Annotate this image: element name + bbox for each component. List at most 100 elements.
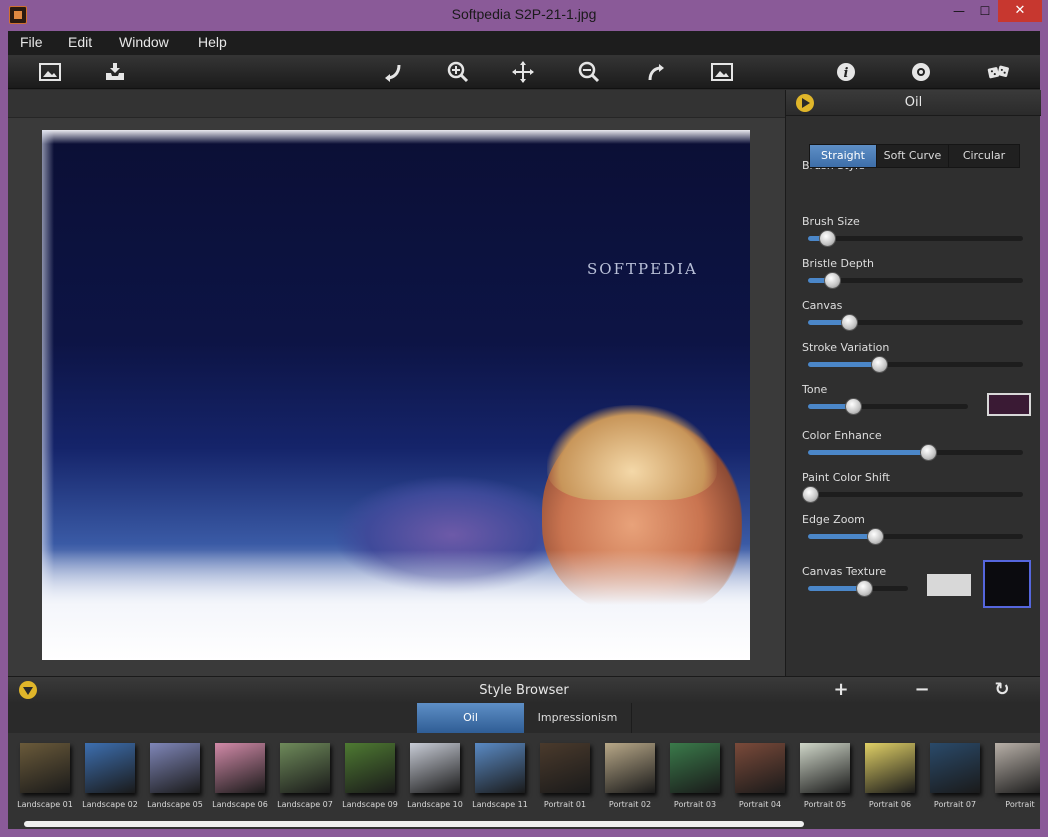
style-browser-title: Style Browser: [479, 683, 569, 698]
maximize-button[interactable]: ☐: [972, 0, 998, 22]
add-style-button[interactable]: +: [831, 680, 851, 700]
style-thumbnail-list: Landscape 01 Landscape 02 Landscape 05 Land…: [8, 733, 1040, 829]
menu-file[interactable]: File: [20, 34, 43, 50]
brush-style-straight[interactable]: Straight: [810, 145, 877, 167]
slider-knob[interactable]: [823, 272, 841, 289]
canvas-slider[interactable]: [808, 314, 1023, 331]
horizontal-scrollbar[interactable]: [24, 821, 804, 827]
color-enhance-slider[interactable]: [808, 444, 1023, 461]
style-thumbnail-image: [20, 743, 70, 793]
style-thumbnail-image: [605, 743, 655, 793]
slider-knob[interactable]: [866, 528, 884, 545]
style-thumbnail-image: [540, 743, 590, 793]
panel-title: Oil: [904, 95, 923, 110]
open-image-icon[interactable]: [37, 59, 63, 85]
style-thumbnail[interactable]: Landscape 01: [14, 741, 76, 809]
style-thumbnail-label: Portrait: [1005, 800, 1035, 809]
brush-size-slider[interactable]: [808, 230, 1023, 247]
stroke-variation-slider[interactable]: [808, 356, 1023, 373]
info-icon[interactable]: i: [833, 59, 859, 85]
style-thumbnail[interactable]: Portrait: [989, 741, 1040, 809]
image-watermark: SOFTPEDIA: [587, 260, 698, 278]
brush-style-selector: Straight Soft Curve Circular: [809, 144, 1020, 168]
style-thumbnail-label: Landscape 06: [212, 800, 268, 809]
settings-icon[interactable]: [908, 59, 934, 85]
rotate-left-icon[interactable]: [380, 59, 406, 85]
fit-image-icon[interactable]: [709, 59, 735, 85]
bristle-depth-slider[interactable]: [808, 272, 1023, 289]
panel-header: Oil: [786, 90, 1041, 116]
style-thumbnail-label: Portrait 02: [608, 800, 652, 809]
menu-help[interactable]: Help: [198, 34, 227, 50]
slider-label-tone: Tone: [802, 383, 828, 396]
menu-window[interactable]: Window: [119, 34, 169, 50]
canvas-texture-slider[interactable]: [808, 580, 908, 597]
slider-label-canvas: Canvas: [802, 299, 843, 312]
style-browser-header: Style Browser + − ↻: [8, 676, 1040, 703]
app-body: File Edit Window Help i SOFTPEDIA Oil St…: [8, 31, 1041, 829]
brush-style-soft-curve[interactable]: Soft Curve: [877, 145, 949, 167]
texture-swatch-light[interactable]: [927, 574, 971, 596]
rotate-right-icon[interactable]: [643, 59, 669, 85]
style-thumbnail[interactable]: Landscape 09: [339, 741, 401, 809]
style-thumbnail-label: Portrait 05: [803, 800, 847, 809]
brush-style-circular[interactable]: Circular: [949, 145, 1019, 167]
style-thumbnail[interactable]: Portrait 06: [859, 741, 921, 809]
oil-settings-panel: Oil Brush Style Straight Soft Curve Circ…: [785, 90, 1041, 676]
slider-knob[interactable]: [870, 356, 888, 373]
slider-knob[interactable]: [840, 314, 858, 331]
style-thumbnail-image: [735, 743, 785, 793]
window-title: Softpedia S2P-21-1.jpg: [451, 6, 597, 22]
style-thumbnail[interactable]: Landscape 11: [469, 741, 531, 809]
minimize-button[interactable]: —: [946, 0, 972, 22]
edge-zoom-slider[interactable]: [808, 528, 1023, 545]
slider-knob[interactable]: [802, 486, 820, 503]
tone-color-swatch[interactable]: [987, 393, 1031, 416]
remove-style-button[interactable]: −: [912, 680, 932, 700]
slider-knob[interactable]: [819, 230, 837, 247]
style-thumbnail[interactable]: Portrait 03: [664, 741, 726, 809]
tab-oil[interactable]: Oil: [417, 703, 524, 733]
style-thumbnail[interactable]: Portrait 02: [599, 741, 661, 809]
svg-text:i: i: [844, 66, 849, 81]
style-thumbnail-label: Landscape 01: [17, 800, 73, 809]
tone-slider[interactable]: [808, 398, 968, 415]
style-thumbnail-label: Landscape 07: [277, 800, 333, 809]
tab-impressionism[interactable]: Impressionism: [524, 703, 632, 733]
style-thumbnail[interactable]: Portrait 05: [794, 741, 856, 809]
painted-image-canvas[interactable]: SOFTPEDIA: [42, 130, 750, 660]
style-thumbnail-label: Landscape 09: [342, 800, 398, 809]
texture-swatch-dark[interactable]: [983, 560, 1031, 608]
menu-edit[interactable]: Edit: [68, 34, 92, 50]
style-thumbnail[interactable]: Portrait 01: [534, 741, 596, 809]
pan-icon[interactable]: [510, 59, 536, 85]
style-thumbnail-image: [995, 743, 1040, 793]
zoom-out-icon[interactable]: [576, 59, 602, 85]
random-dice-icon[interactable]: [982, 59, 1016, 85]
style-thumbnail-image: [215, 743, 265, 793]
style-thumbnail-label: Landscape 05: [147, 800, 203, 809]
style-thumbnail-label: Portrait 01: [543, 800, 587, 809]
paint-color-shift-slider[interactable]: [802, 486, 1023, 503]
style-thumbnail[interactable]: Landscape 02: [79, 741, 141, 809]
style-thumbnail-image: [800, 743, 850, 793]
style-thumbnail[interactable]: Landscape 07: [274, 741, 336, 809]
style-thumbnail[interactable]: Landscape 06: [209, 741, 271, 809]
style-thumbnail[interactable]: Landscape 10: [404, 741, 466, 809]
toolbar: i: [8, 55, 1040, 89]
style-thumbnail[interactable]: Portrait 04: [729, 741, 791, 809]
style-thumbnail[interactable]: Portrait 07: [924, 741, 986, 809]
menu-bar: File Edit Window Help: [8, 31, 1040, 55]
zoom-in-icon[interactable]: [445, 59, 471, 85]
work-area-header: [8, 90, 785, 118]
refresh-icon[interactable]: ↻: [992, 680, 1012, 700]
save-icon[interactable]: [102, 59, 128, 85]
style-thumbnail-label: Portrait 07: [933, 800, 977, 809]
slider-knob[interactable]: [856, 580, 873, 597]
close-button[interactable]: ✕: [998, 0, 1042, 22]
style-thumbnail-image: [475, 743, 525, 793]
slider-knob[interactable]: [920, 444, 938, 461]
style-thumbnail[interactable]: Landscape 05: [144, 741, 206, 809]
image-work-area: SOFTPEDIA: [8, 90, 785, 676]
slider-knob[interactable]: [844, 398, 862, 415]
